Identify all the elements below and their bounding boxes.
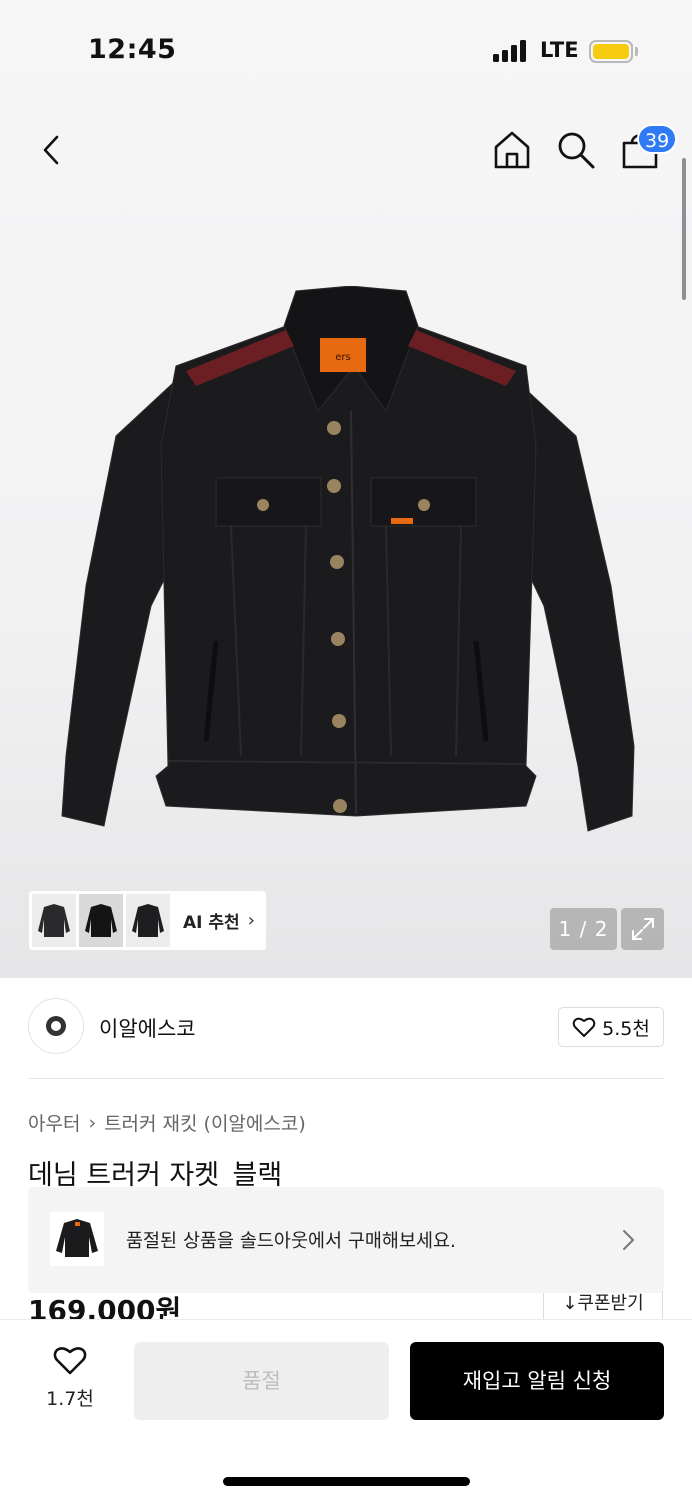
status-time: 12:45 <box>88 34 177 65</box>
signal-icon <box>493 40 529 62</box>
back-button[interactable] <box>30 128 72 172</box>
soldout-button[interactable]: 품절 <box>134 1342 389 1420</box>
brand-row[interactable]: 이알에스코 5.5천 <box>28 998 664 1056</box>
jacket-thumbnail-icon <box>85 903 117 937</box>
home-button[interactable] <box>490 128 534 172</box>
home-indicator[interactable] <box>223 1477 470 1486</box>
cart-count-badge: 39 <box>637 124 678 154</box>
soldout-banner[interactable]: 품절된 상품을 솔드아웃에서 구매해보세요. <box>28 1187 664 1293</box>
network-label: LTE <box>540 38 579 62</box>
jacket-thumbnail-icon <box>132 903 164 937</box>
image-page-counter: 1 / 2 <box>550 908 617 950</box>
breadcrumb-category[interactable]: 아우터 <box>28 1109 80 1136</box>
chevron-right-icon <box>623 1230 634 1250</box>
breadcrumb[interactable]: 아우터 › 트러커 재킷 (이알에스코) <box>28 1109 306 1136</box>
divider <box>28 1078 664 1079</box>
ai-thumbnail[interactable] <box>79 894 123 947</box>
jacket-thumbnail-icon <box>38 903 70 937</box>
product-gallery[interactable]: 12:45 LTE 39 ers AI 추천 › 1 / 2 <box>0 0 692 978</box>
product-image[interactable]: ers <box>56 286 646 842</box>
restock-alert-button[interactable]: 재입고 알림 신청 <box>410 1342 664 1420</box>
svg-text:ers: ers <box>335 352 350 363</box>
battery-icon <box>589 40 633 63</box>
breadcrumb-subcategory[interactable]: 트러커 재킷 (이알에스코) <box>104 1109 306 1136</box>
status-bar: 12:45 LTE <box>0 0 692 100</box>
home-icon <box>494 131 530 169</box>
expand-button[interactable] <box>621 908 664 950</box>
expand-icon <box>631 918 654 940</box>
product-price: 169,000원 <box>28 1294 182 1319</box>
ai-thumbnail[interactable] <box>32 894 76 947</box>
search-icon <box>558 132 595 169</box>
soldout-banner-text: 품절된 상품을 솔드아웃에서 구매해보세요. <box>126 1231 456 1252</box>
battery-nub <box>635 47 638 56</box>
scrollbar[interactable] <box>682 158 686 300</box>
bottom-action-bar: 1.7천 품절 재입고 알림 신청 <box>0 1319 692 1500</box>
search-button[interactable] <box>554 128 598 172</box>
ai-recommendation-strip[interactable]: AI 추천 › <box>29 891 266 950</box>
ai-thumbnail[interactable] <box>126 894 170 947</box>
jacket-thumbnail-icon <box>56 1219 98 1257</box>
coupon-button[interactable]: ↓쿠폰받기 <box>543 1289 663 1319</box>
heart-icon <box>53 1347 87 1375</box>
back-arrow-icon <box>43 135 59 165</box>
ai-recommend-label: AI 추천 <box>183 913 240 933</box>
wish-count: 1.7천 <box>46 1388 94 1410</box>
brand-like-count: 5.5천 <box>602 1017 650 1040</box>
brand-like-button[interactable]: 5.5천 <box>558 1007 664 1047</box>
soldout-thumbnail <box>50 1212 104 1266</box>
chevron-right-icon: › <box>88 1111 97 1134</box>
heart-icon <box>572 1017 596 1037</box>
wish-button[interactable]: 1.7천 <box>30 1344 110 1416</box>
brand-logo-icon <box>46 1016 66 1036</box>
brand-logo[interactable] <box>28 998 84 1054</box>
chevron-right-icon: › <box>247 910 255 931</box>
brand-name[interactable]: 이알에스코 <box>99 1013 196 1043</box>
